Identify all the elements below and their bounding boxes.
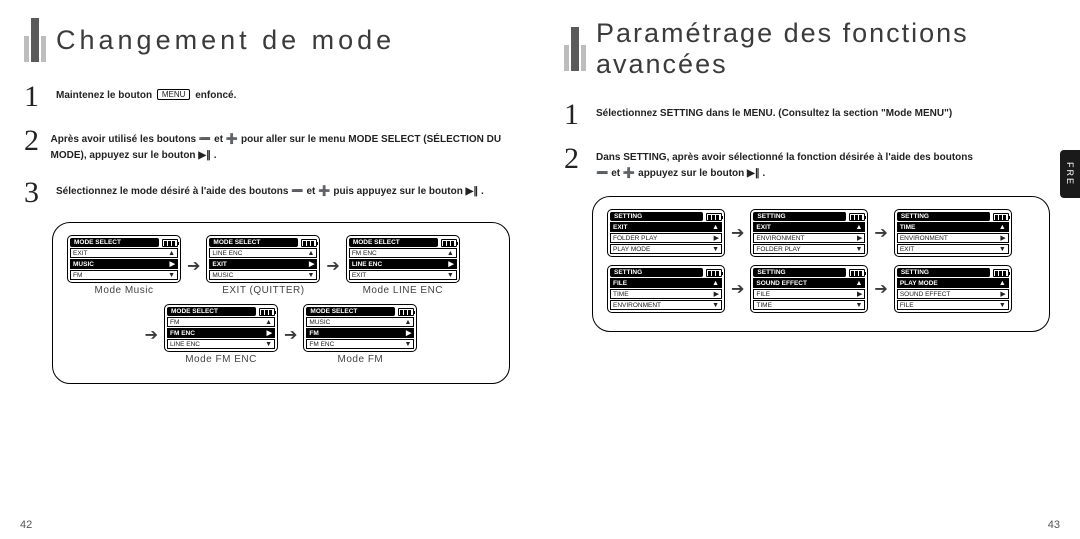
screen-row-2: SETTING FILE▲ TIME▶ ENVIRONMENT▼ ➔ SETTI… — [607, 265, 1035, 313]
lcd-screen: SETTING EXIT▲ FOLDER PLAY▶ PLAY MODE▼ — [607, 209, 725, 257]
step-number: 3 — [24, 178, 46, 208]
lcd-screen: MODE SELECT FM ENC▲ LINE ENC▶ EXIT▼ — [346, 235, 460, 283]
header-ornament-icon — [564, 27, 586, 71]
down-triangle-icon: ▼ — [168, 272, 175, 279]
step-2: 2 Après avoir utilisé les boutons ➖ et ➕… — [24, 126, 516, 164]
arrow-right-icon: ➔ — [145, 325, 158, 345]
page-left: Changement de mode 1 Maintenez le bouton… — [0, 0, 540, 539]
battery-icon — [849, 213, 865, 221]
page-title: Changement de mode — [56, 25, 395, 56]
arrow-right-icon: ➔ — [874, 279, 887, 299]
battery-icon — [993, 269, 1009, 277]
up-triangle-icon: ▲ — [168, 250, 175, 257]
battery-icon — [849, 269, 865, 277]
arrow-right-icon: ➔ — [731, 223, 744, 243]
screen-caption: EXIT (QUITTER) — [222, 285, 304, 296]
diagram-box: SETTING EXIT▲ FOLDER PLAY▶ PLAY MODE▼ ➔ … — [592, 196, 1050, 332]
battery-icon — [259, 308, 275, 316]
page-title: Paramétrage des fonctions avancées — [596, 18, 1056, 80]
arrow-right-icon: ➔ — [326, 256, 339, 276]
lcd-screen: SETTING EXIT▲ ENVIRONMENT▶ FOLDER PLAY▼ — [750, 209, 868, 257]
lcd-screen: SETTING TIME▲ ENVIRONMENT▶ EXIT▼ — [894, 209, 1012, 257]
diagram-box: MODE SELECT EXIT▲ MUSIC▶ FM▼ Mode Music … — [52, 222, 510, 384]
step-text: Sélectionnez SETTING dans le MENU. (Cons… — [596, 100, 952, 122]
step-number: 1 — [24, 82, 46, 112]
page-number: 43 — [1048, 519, 1060, 531]
header-ornament-icon — [24, 18, 46, 62]
two-page-spread: Changement de mode 1 Maintenez le bouton… — [0, 0, 1080, 539]
step-text: Maintenez le bouton MENU enfoncé. — [56, 82, 236, 104]
step-number: 1 — [564, 100, 586, 130]
battery-icon — [441, 239, 457, 247]
step-2: 2 Dans SETTING, après avoir sélectionné … — [564, 144, 1056, 182]
screen-caption: Mode FM — [338, 354, 384, 365]
lcd-screen: MODE SELECT LINE ENC▲ EXIT▶ MUSIC▼ — [206, 235, 320, 283]
screen-row-1: MODE SELECT EXIT▲ MUSIC▶ FM▼ Mode Music … — [67, 235, 495, 296]
battery-icon — [706, 269, 722, 277]
screen-caption: Mode FM ENC — [185, 354, 257, 365]
arrow-right-icon: ➔ — [187, 256, 200, 276]
screen-caption: Mode LINE ENC — [363, 285, 443, 296]
screen-row-2: ➔ MODE SELECT FM▲ FM ENC▶ LINE ENC▼ Mode… — [67, 304, 495, 365]
steps-list: 1 Sélectionnez SETTING dans le MENU. (Co… — [564, 100, 1056, 182]
lcd-screen: SETTING PLAY MODE▲ SOUND EFFECT▶ FILE▼ — [894, 265, 1012, 313]
battery-icon — [398, 308, 414, 316]
lcd-screen: SETTING FILE▲ TIME▶ ENVIRONMENT▼ — [607, 265, 725, 313]
step-text: Dans SETTING, après avoir sélectionné la… — [596, 144, 973, 182]
lcd-screen: MODE SELECT FM▲ FM ENC▶ LINE ENC▼ — [164, 304, 278, 352]
step-1: 1 Maintenez le bouton MENU enfoncé. — [24, 82, 516, 112]
screen-row-1: SETTING EXIT▲ FOLDER PLAY▶ PLAY MODE▼ ➔ … — [607, 209, 1035, 257]
step-text: Après avoir utilisé les boutons ➖ et ➕ p… — [51, 126, 516, 164]
page-number: 42 — [20, 519, 32, 531]
battery-icon — [162, 239, 178, 247]
step-1: 1 Sélectionnez SETTING dans le MENU. (Co… — [564, 100, 1056, 130]
menu-button-chip: MENU — [157, 89, 191, 100]
screen-caption: Mode Music — [95, 285, 154, 296]
battery-icon — [993, 213, 1009, 221]
page-right: Paramétrage des fonctions avancées 1 Sél… — [540, 0, 1080, 539]
step-number: 2 — [24, 126, 41, 156]
step-text: Sélectionnez le mode désiré à l'aide des… — [56, 178, 484, 200]
lcd-screen: MODE SELECT EXIT▲ MUSIC▶ FM▼ — [67, 235, 181, 283]
battery-icon — [706, 213, 722, 221]
arrow-right-icon: ➔ — [284, 325, 297, 345]
arrow-right-icon: ➔ — [731, 279, 744, 299]
right-triangle-icon: ▶ — [170, 260, 175, 268]
arrow-right-icon: ➔ — [874, 223, 887, 243]
step-3: 3 Sélectionnez le mode désiré à l'aide d… — [24, 178, 516, 208]
step-number: 2 — [564, 144, 586, 174]
page-header: Changement de mode — [24, 18, 516, 62]
battery-icon — [301, 239, 317, 247]
language-tab: FRE — [1060, 150, 1080, 198]
lcd-screen: SETTING SOUND EFFECT▲ FILE▶ TIME▼ — [750, 265, 868, 313]
steps-list: 1 Maintenez le bouton MENU enfoncé. 2 Ap… — [24, 82, 516, 208]
page-header: Paramétrage des fonctions avancées — [564, 18, 1056, 80]
lcd-screen: MODE SELECT MUSIC▲ FM▶ FM ENC▼ — [303, 304, 417, 352]
